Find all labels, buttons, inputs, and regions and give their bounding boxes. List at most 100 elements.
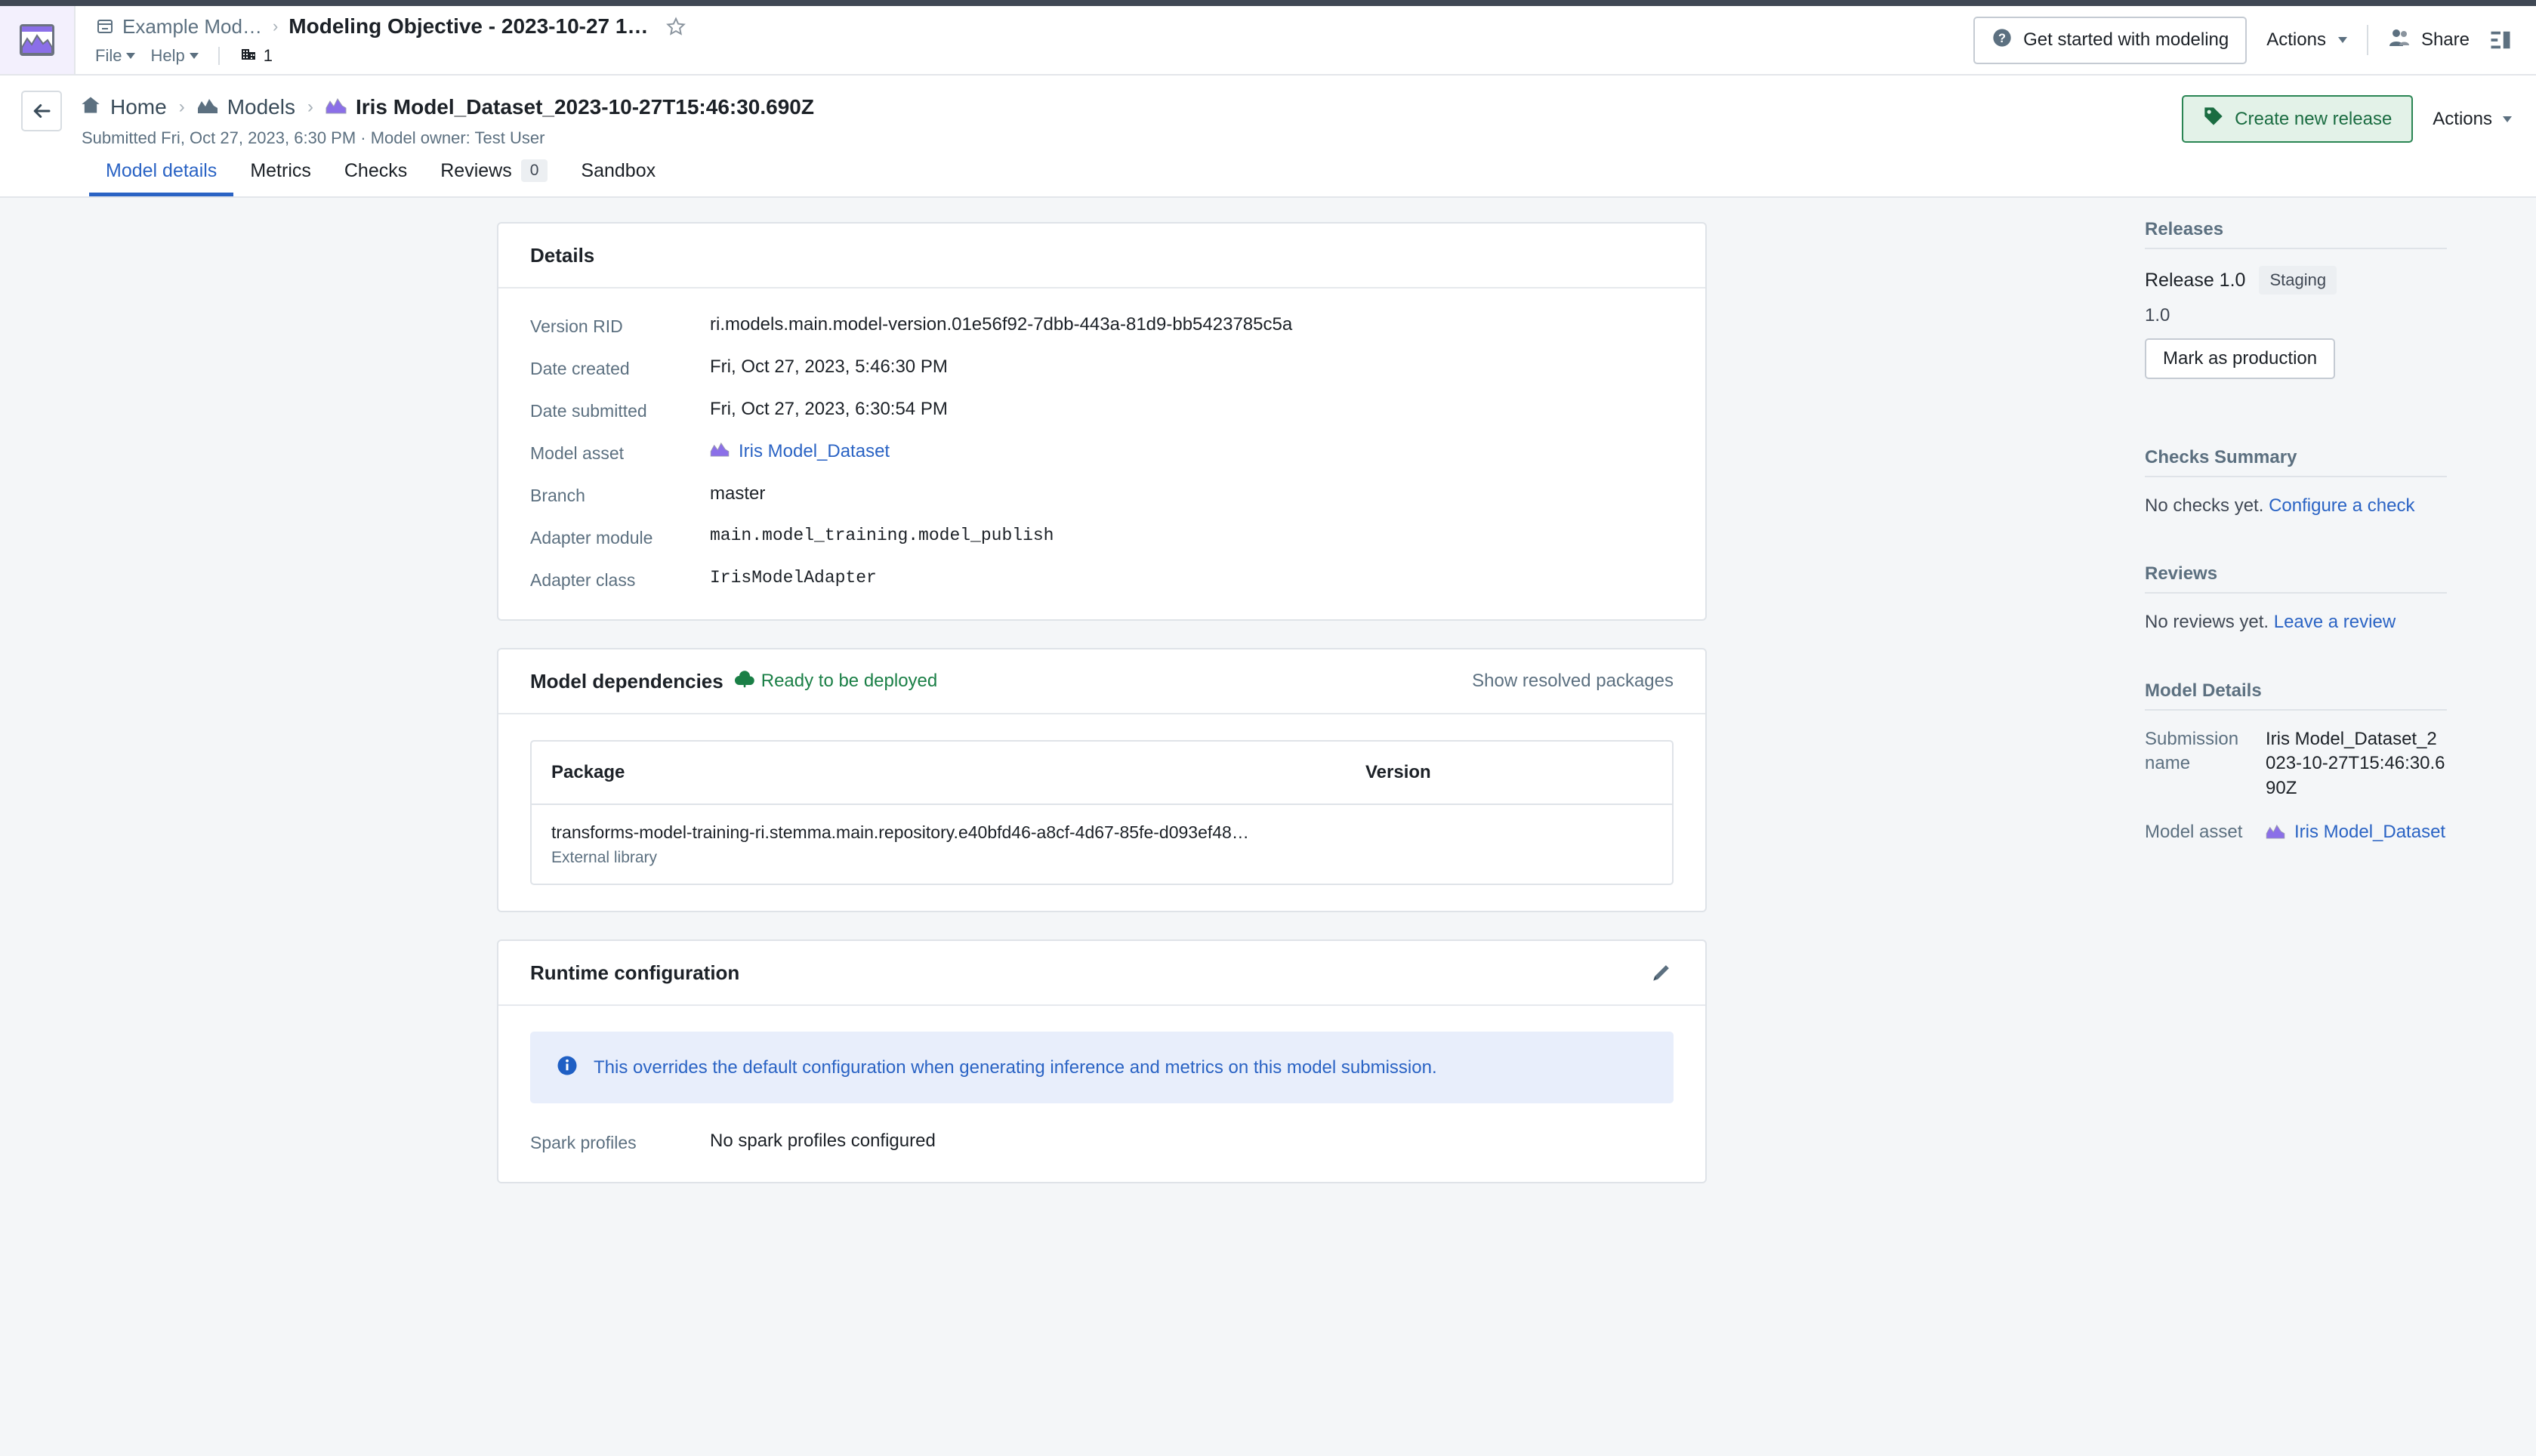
mark-as-production-button[interactable]: Mark as production — [2145, 338, 2336, 379]
model-asset-icon — [2266, 820, 2285, 846]
header-actions: ? Get started with modeling Actions Shar… — [1973, 6, 2536, 74]
runtime-info-text: This overrides the default configuration… — [594, 1057, 1437, 1078]
breadcrumb-home-label: Home — [110, 95, 167, 119]
package-name: transforms-model-training-ri.stemma.main… — [551, 822, 1249, 842]
dependencies-card-body: Package Version transforms-model-trainin… — [498, 714, 1705, 911]
model-dependencies-card: Model dependencies Ready to be deployed … — [497, 648, 1707, 912]
nav-breadcrumb-block: Home › Models › Iris Model_Dataset_2023-… — [80, 91, 814, 148]
release-row[interactable]: Release 1.0 Staging — [2145, 266, 2447, 295]
runtime-card-title: Runtime configuration — [530, 961, 740, 984]
detail-value: ri.models.main.model-version.01e56f92-7d… — [710, 314, 1293, 335]
runtime-card-body: This overrides the default configuration… — [498, 1006, 1705, 1182]
tab-sandbox[interactable]: Sandbox — [564, 160, 672, 196]
back-button[interactable] — [21, 91, 62, 131]
release-version: 1.0 — [2145, 305, 2170, 325]
detail-key: Adapter class — [530, 570, 636, 590]
tab-reviews-label: Reviews — [440, 159, 512, 181]
nav-separator: › — [178, 97, 185, 117]
tab-checks-label: Checks — [344, 160, 408, 181]
nav-breadcrumb: Home › Models › Iris Model_Dataset_2023-… — [80, 91, 814, 124]
header-breadcrumb-area: Example Mod… › Modeling Objective - 2023… — [76, 6, 1973, 74]
tab-metrics-label: Metrics — [250, 160, 311, 181]
app-root: Example Mod… › Modeling Objective - 2023… — [0, 0, 2536, 1456]
create-new-release-button[interactable]: Create new release — [2182, 95, 2414, 143]
submission-name-key: Submission name — [2145, 728, 2239, 774]
toggle-side-panel-button[interactable] — [2489, 29, 2512, 51]
tag-icon — [2203, 106, 2224, 132]
runtime-key: Spark profiles — [530, 1133, 637, 1152]
model-asset-icon — [710, 441, 730, 462]
models-icon — [197, 95, 218, 119]
model-asset-link-label: Iris Model_Dataset — [739, 441, 890, 461]
breadcrumb-parent[interactable]: Example Mod… — [122, 15, 262, 39]
dependencies-title-label: Model dependencies — [530, 669, 723, 693]
get-started-button[interactable]: ? Get started with modeling — [1973, 16, 2248, 64]
building-icon — [239, 45, 258, 67]
menu-help[interactable]: Help — [150, 46, 199, 66]
column-header-version: Version — [1365, 762, 1431, 782]
checks-empty-text: No checks yet. — [2145, 495, 2269, 516]
table-row[interactable]: transforms-model-training-ri.stemma.main… — [532, 805, 1672, 884]
leave-a-review-link[interactable]: Leave a review — [2274, 612, 2396, 632]
detail-key: Date created — [530, 359, 630, 378]
tab-checks[interactable]: Checks — [328, 160, 424, 196]
nav-actions-dropdown[interactable]: Actions — [2433, 109, 2512, 130]
detail-row-model-asset: Model asset Iris Model_Dataset — [530, 441, 1674, 464]
show-resolved-packages-link[interactable]: Show resolved packages — [1472, 671, 1674, 692]
detail-row-branch: Branch master — [530, 483, 1674, 506]
detail-key: Date submitted — [530, 401, 647, 421]
tab-sandbox-label: Sandbox — [581, 160, 656, 181]
sidebar-model-asset-link[interactable]: Iris Model_Dataset — [2266, 820, 2445, 846]
header-actions-dropdown[interactable]: Actions — [2266, 29, 2347, 51]
app-logo[interactable] — [0, 6, 76, 74]
get-started-label: Get started with modeling — [2023, 29, 2229, 50]
breadcrumb-models[interactable]: Models — [197, 95, 295, 119]
tab-reviews[interactable]: Reviews 0 — [424, 159, 564, 196]
runtime-configuration-card: Runtime configuration This overrides the… — [497, 939, 1707, 1183]
submission-meta: Submitted Fri, Oct 27, 2023, 6:30 PM · M… — [82, 128, 545, 147]
detail-value: main.model_training.model_publish — [710, 526, 1054, 545]
sidebar-row-submission-name: Submission name Iris Model_Dataset_2023-… — [2145, 727, 2447, 800]
sidebar-releases-section: Releases Release 1.0 Staging 1.0 Mark as… — [2145, 219, 2447, 379]
tab-model-details-label: Model details — [106, 160, 218, 181]
menu-file[interactable]: File — [95, 46, 136, 66]
tab-metrics[interactable]: Metrics — [233, 160, 328, 196]
model-asset-link[interactable]: Iris Model_Dataset — [710, 441, 890, 462]
deployment-status-label: Ready to be deployed — [760, 671, 938, 691]
deployment-status: Ready to be deployed — [734, 670, 938, 693]
detail-key: Adapter module — [530, 528, 653, 548]
sidebar-model-asset-label: Iris Model_Dataset — [2294, 821, 2446, 842]
details-card-title: Details — [530, 243, 595, 267]
details-card-header: Details — [498, 224, 1705, 288]
tab-reviews-badge: 0 — [520, 159, 548, 182]
info-icon — [556, 1054, 578, 1081]
sidebar-checks-section: Checks Summary No checks yet. Configure … — [2145, 447, 2447, 518]
page-body: Details Version RID ri.models.main.model… — [0, 196, 2536, 1456]
tab-model-details[interactable]: Model details — [89, 160, 234, 196]
favorite-star-icon[interactable] — [666, 17, 686, 36]
share-button[interactable]: Share — [2388, 28, 2470, 53]
reviews-empty-text: No reviews yet. — [2145, 612, 2274, 633]
breadcrumb-separator: › — [272, 17, 279, 35]
page-navbar: Home › Models › Iris Model_Dataset_2023-… — [0, 76, 2536, 148]
detail-key: Version RID — [530, 316, 623, 336]
header-menu-bar: File Help 1 — [95, 42, 1973, 69]
detail-row-adapter-class: Adapter class IrisModelAdapter — [530, 568, 1674, 591]
organization-indicator[interactable]: 1 — [239, 45, 273, 67]
header-divider — [2366, 25, 2368, 55]
organization-count: 1 — [263, 46, 273, 65]
breadcrumb-home[interactable]: Home — [80, 94, 167, 121]
model-asset-key: Model asset — [2145, 821, 2243, 842]
detail-key: Branch — [530, 486, 585, 505]
nav-actions: Create new release Actions — [2182, 95, 2512, 143]
details-card-body: Version RID ri.models.main.model-version… — [498, 288, 1705, 619]
breadcrumb-current-label: Iris Model_Dataset_2023-10-27T15:46:30.6… — [355, 95, 814, 119]
sidebar-reviews-section: Reviews No reviews yet. Leave a review — [2145, 563, 2447, 634]
dependencies-table: Package Version transforms-model-trainin… — [530, 740, 1674, 885]
detail-row-date-submitted: Date submitted Fri, Oct 27, 2023, 6:30:5… — [530, 399, 1674, 421]
svg-text:?: ? — [1998, 31, 2006, 45]
edit-runtime-configuration-button[interactable] — [1649, 961, 1674, 985]
configure-a-check-link[interactable]: Configure a check — [2269, 495, 2414, 516]
